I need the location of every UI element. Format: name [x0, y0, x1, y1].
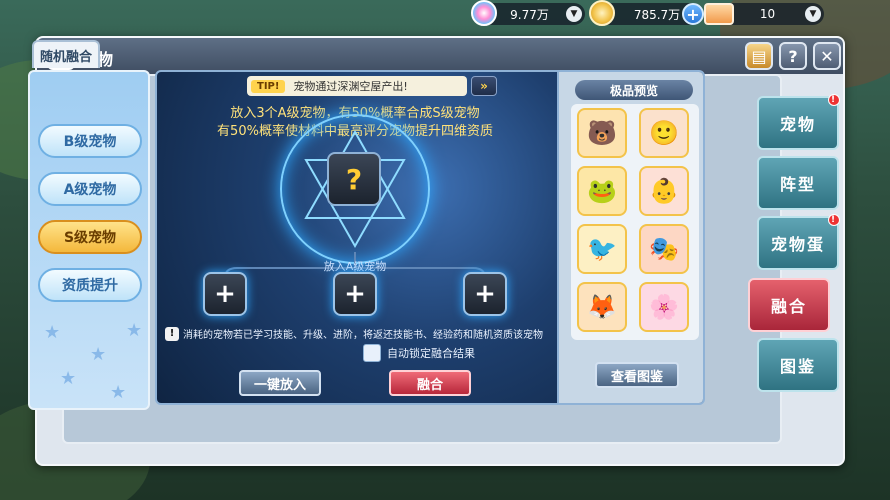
warning-text: 消耗的宠物若已学习技能、升级、进阶，将返还技能书、经验药和随机资质该宠物: [183, 330, 543, 341]
pet-portrait[interactable]: 🐸: [577, 166, 627, 216]
ticket-icon: [704, 3, 734, 25]
auto-lock-checkbox[interactable]: [363, 344, 381, 362]
tier-b-button[interactable]: B级宠物: [38, 124, 142, 158]
pet-portrait[interactable]: 🎭: [639, 224, 689, 274]
side-tab-label: 宠物: [779, 115, 816, 134]
side-tab-pet[interactable]: 宠物 !: [757, 94, 840, 150]
material-slot-3[interactable]: +: [463, 272, 507, 316]
star-decoration-icon: ★: [60, 368, 77, 389]
shop-button[interactable]: ▤: [745, 42, 773, 70]
help-button[interactable]: ?: [779, 42, 807, 70]
material-slot-2[interactable]: +: [333, 272, 377, 316]
pet-portrait[interactable]: 👶: [639, 166, 689, 216]
gem-icon: [471, 0, 497, 26]
tab-random-fusion[interactable]: 随机融合: [32, 40, 100, 68]
pet-portrait[interactable]: 🌸: [639, 282, 689, 332]
auto-fill-button[interactable]: 一键放入: [239, 370, 321, 396]
add-currency-button[interactable]: +: [682, 3, 704, 25]
star-decoration-icon: ★: [90, 344, 107, 365]
tier-s-button[interactable]: S级宠物: [38, 220, 142, 254]
auto-lock-option[interactable]: 自动锁定融合结果: [363, 344, 475, 362]
star-decoration-icon: ★: [110, 382, 127, 403]
preview-title: 极品预览: [575, 80, 693, 100]
side-tab-label: 阵型: [779, 175, 816, 194]
side-tab-fusion[interactable]: 融合: [748, 278, 830, 332]
auto-lock-label: 自动锁定融合结果: [387, 347, 475, 360]
pet-portrait[interactable]: 🙂: [639, 108, 689, 158]
title-bar: 宠物 ▤ ? ✕: [37, 38, 843, 74]
pet-portrait[interactable]: 🐦: [577, 224, 627, 274]
coin-icon: [589, 0, 615, 26]
pet-portrait[interactable]: 🦊: [577, 282, 627, 332]
side-tab-label: 图鉴: [779, 357, 816, 376]
star-decoration-icon: ★: [44, 322, 61, 343]
fuse-button[interactable]: 融合: [389, 370, 471, 396]
side-tab-pet-egg[interactable]: 宠物蛋 !: [757, 214, 840, 270]
gem-counter: 9.77万 ▼: [471, 0, 585, 26]
preview-grid: 🐻 🙂 🐸 👶 🐦 🎭 🦊 🌸: [571, 104, 699, 340]
warning-note: ! 消耗的宠物若已学习技能、升级、进阶，将返还技能书、经验药和随机资质该宠物: [165, 326, 555, 341]
aptitude-up-button[interactable]: 资质提升: [38, 268, 142, 302]
pet-portrait[interactable]: 🐻: [577, 108, 627, 158]
notification-badge-icon: !: [828, 214, 840, 226]
fusion-area: TIP! 宠物通过深渊空屋产出! » 放入3个A级宠物，有50%概率合成S级宠物…: [155, 70, 705, 405]
chevron-down-icon[interactable]: ▼: [805, 6, 821, 22]
side-tab-label: 宠物蛋: [770, 235, 825, 254]
side-tab-label: 融合: [770, 297, 807, 316]
premium-preview-panel: 极品预览 🐻 🙂 🐸 👶 🐦 🎭 🦊 🌸 查看图鉴: [557, 72, 703, 403]
chevron-down-icon[interactable]: ▼: [566, 6, 582, 22]
tier-a-button[interactable]: A级宠物: [38, 172, 142, 206]
side-tab-codex[interactable]: 图鉴: [757, 338, 839, 392]
star-decoration-icon: ★: [126, 320, 143, 341]
tier-list: B级宠物 A级宠物 S级宠物 资质提升 ★ ★ ★ ★ ★: [28, 70, 150, 410]
ticket-counter: 10 ▼: [704, 3, 824, 25]
close-button[interactable]: ✕: [813, 42, 841, 70]
side-tab-formation[interactable]: 阵型: [757, 156, 839, 210]
warning-icon: !: [165, 326, 179, 341]
view-codex-button[interactable]: 查看图鉴: [595, 362, 679, 388]
notification-badge-icon: !: [828, 94, 840, 106]
material-slot-1[interactable]: +: [203, 272, 247, 316]
